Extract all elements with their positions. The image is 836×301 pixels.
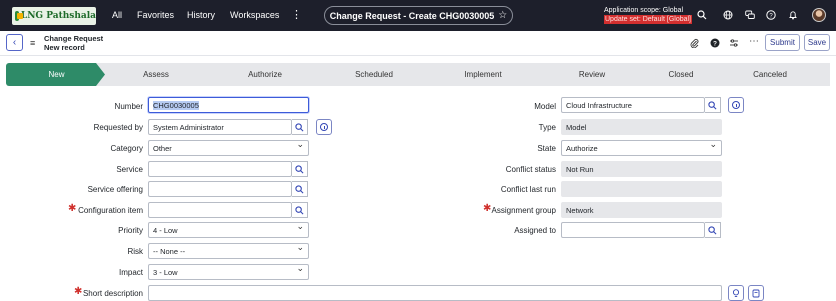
required-indicator-icon: ✱ [68, 203, 77, 214]
impact-select[interactable]: 3 - Low [148, 264, 309, 280]
impact-label: Impact [118, 268, 143, 277]
attachment-icon[interactable] [690, 38, 699, 48]
requested-by-search-icon[interactable] [292, 119, 308, 135]
form-title: Change Request New record [44, 34, 103, 52]
risk-label: Risk [127, 247, 143, 256]
favorite-star-icon[interactable]: ☆ [498, 10, 507, 21]
stage-authorize[interactable]: Authorize [205, 63, 325, 86]
requested-by-info-icon[interactable] [316, 119, 332, 135]
service-search-icon[interactable] [292, 161, 308, 177]
form-title-record: New record [44, 43, 85, 52]
chat-icon[interactable] [745, 10, 755, 20]
priority-select[interactable]: 4 - Low [148, 222, 309, 238]
category-select[interactable]: Other [148, 140, 309, 156]
svg-text:?: ? [713, 41, 717, 48]
model-label: Model [534, 102, 556, 111]
conflict-last-run-field [561, 181, 722, 197]
back-button[interactable]: ‹ [6, 34, 23, 51]
model-field[interactable]: Cloud Infrastructure [561, 97, 705, 113]
globe-icon[interactable] [723, 10, 733, 20]
service-label: Service [116, 165, 143, 174]
requested-by-label: Requested by [93, 123, 143, 132]
short-description-label: Short description [82, 289, 143, 298]
record-title-pill[interactable]: Change Request - Create CHG0030005 ☆ [324, 6, 513, 25]
state-select[interactable]: Authorize [561, 140, 722, 156]
nav-workspaces[interactable]: Workspaces [230, 10, 279, 20]
nav-all[interactable]: All [112, 10, 122, 20]
chevron-left-icon: ‹ [12, 37, 17, 48]
form-menu-icon[interactable]: ≡ [30, 38, 35, 48]
logo-text: LNG Pathshala [20, 11, 96, 21]
assigned-to-label: Assigned to [514, 226, 556, 235]
stage-canceled[interactable]: Canceled [710, 63, 830, 86]
save-button[interactable]: Save [804, 34, 830, 51]
settings-sliders-icon[interactable] [729, 38, 739, 48]
more-menu-icon[interactable]: ⋮ [291, 8, 302, 21]
top-navigation-bar: LNG Pathshala All Favorites History Work… [0, 0, 836, 31]
model-search-icon[interactable] [705, 97, 721, 113]
stage-scheduled[interactable]: Scheduled [314, 63, 434, 86]
scope-text: Application scope: Global [604, 7, 683, 14]
model-info-icon[interactable] [728, 97, 744, 113]
help-circle-icon[interactable]: ? [710, 38, 720, 48]
record-title: Change Request - Create CHG0030005 [329, 10, 495, 21]
service-offering-field[interactable] [148, 181, 292, 197]
stage-progress-bar: New Assess Authorize Scheduled Implement… [6, 63, 830, 86]
state-label: State [537, 144, 556, 153]
number-label: Number [114, 102, 143, 111]
stage-review[interactable]: Review [532, 63, 652, 86]
assignment-group-field[interactable]: Network [561, 202, 722, 218]
form-title-table: Change Request [44, 34, 104, 43]
type-label: Type [538, 123, 556, 132]
assigned-to-field[interactable] [561, 222, 705, 238]
configuration-item-label: Configuration item [78, 206, 143, 215]
service-field[interactable] [148, 161, 292, 177]
nav-history[interactable]: History [187, 10, 215, 20]
service-offering-search-icon[interactable] [292, 181, 308, 197]
conflict-status-field: Not Run [561, 161, 722, 177]
search-icon[interactable] [697, 10, 707, 20]
application-scope[interactable]: Application scope: Global Update set: De… [604, 6, 692, 24]
logo[interactable]: LNG Pathshala [12, 7, 96, 25]
priority-label: Priority [118, 226, 143, 235]
submit-button[interactable]: Submit [765, 34, 800, 51]
configuration-item-search-icon[interactable] [292, 202, 308, 218]
type-field: Model [561, 119, 722, 135]
user-avatar[interactable] [812, 8, 826, 22]
category-label: Category [110, 144, 143, 153]
requested-by-field[interactable]: System Administrator [148, 119, 292, 135]
logo-icon [15, 11, 23, 21]
service-offering-label: Service offering [87, 185, 143, 194]
conflict-status-label: Conflict status [505, 165, 556, 174]
stage-new[interactable]: New [6, 63, 107, 86]
number-field[interactable]: CHG0030005 [148, 97, 309, 113]
required-indicator-icon: ✱ [483, 203, 492, 214]
number-value: CHG0030005 [153, 100, 199, 110]
assignment-group-label: Assignment group [491, 206, 556, 215]
risk-select[interactable]: -- None -- [148, 243, 309, 259]
stage-implement[interactable]: Implement [423, 63, 543, 86]
required-indicator-icon: ✱ [74, 286, 83, 297]
conflict-last-run-label: Conflict last run [500, 185, 556, 194]
bell-icon[interactable] [788, 10, 798, 20]
nav-favorites[interactable]: Favorites [137, 10, 174, 20]
assigned-to-search-icon[interactable] [705, 222, 721, 238]
more-actions-icon[interactable]: ⋯ [749, 36, 759, 47]
configuration-item-field[interactable] [148, 202, 292, 218]
stage-closed[interactable]: Closed [641, 63, 721, 86]
stage-assess[interactable]: Assess [96, 63, 216, 86]
help-icon[interactable]: ? [766, 10, 776, 20]
update-set-text: Update set: Default [Global] [604, 15, 692, 24]
form-header: ‹ ≡ Change Request New record ? ⋯ Submit… [0, 31, 836, 56]
